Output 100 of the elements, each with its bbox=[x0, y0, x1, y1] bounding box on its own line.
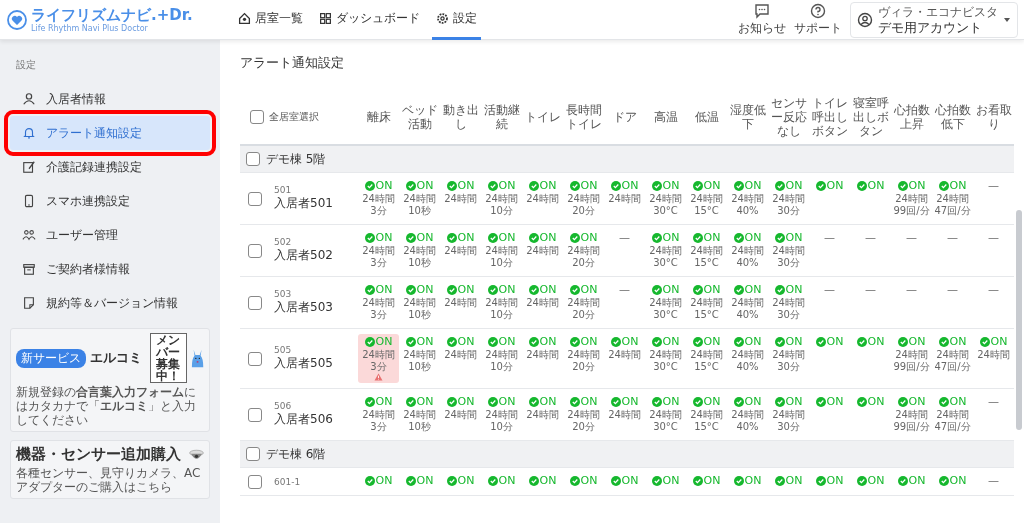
help-icon bbox=[810, 2, 826, 19]
room-number: 601-1 bbox=[274, 476, 301, 487]
check-circle-icon bbox=[528, 181, 539, 191]
status-label: ON bbox=[733, 231, 762, 245]
check-circle-icon bbox=[487, 233, 498, 243]
room-number: 502 bbox=[274, 237, 293, 247]
setting-value: 30°C bbox=[653, 205, 678, 217]
room-number: 506 bbox=[274, 401, 293, 411]
column-header: トイレ呼出しボタン bbox=[811, 96, 848, 138]
status-label: ON bbox=[733, 474, 762, 488]
sidebar-item[interactable]: 介護記録連携設定 bbox=[10, 150, 210, 184]
check-circle-icon bbox=[405, 233, 416, 243]
setting-value: 30分 bbox=[777, 205, 800, 217]
sidebar-item[interactable]: 入居者情報 bbox=[10, 82, 210, 116]
status-label: ON bbox=[528, 395, 557, 409]
check-circle-icon bbox=[610, 397, 621, 407]
sidebar-item[interactable]: 規約等＆バージョン情報 bbox=[10, 286, 210, 320]
nav-tab[interactable]: 居室一覧 bbox=[234, 0, 307, 40]
setting-value: 24時間 bbox=[362, 193, 395, 205]
check-circle-icon bbox=[774, 337, 785, 347]
service-banner[interactable]: 新サービス エルコミ メンバー募集中！ 新規登録の合言葉入力フォームにはカタカナで「エルコミ」と入力してください bbox=[10, 328, 210, 432]
status-label: ON bbox=[569, 474, 598, 488]
column-header: 寝室呼出しボタン bbox=[852, 96, 889, 138]
check-circle-icon bbox=[815, 181, 826, 191]
setting-value: 24時間 bbox=[690, 297, 723, 309]
banner-title: エルコミ bbox=[90, 349, 142, 367]
resident-name: 入居者506 bbox=[274, 411, 333, 428]
check-circle-icon bbox=[487, 181, 498, 191]
check-circle-icon bbox=[405, 476, 416, 486]
status-label: ON bbox=[528, 179, 557, 193]
setting-value: 24時間 bbox=[936, 349, 969, 361]
check-circle-icon bbox=[364, 285, 375, 295]
shop-banner[interactable]: 機器・センサー追加購入 各種センサー、見守りカメラ、ACアダプターのご購入はこちら bbox=[10, 440, 210, 499]
status-label: ON bbox=[487, 231, 516, 245]
settings-icon bbox=[436, 11, 449, 25]
checkbox[interactable] bbox=[248, 191, 262, 206]
empty-dash: — bbox=[906, 283, 917, 297]
setting-value: 24時間 bbox=[895, 409, 928, 421]
archive-icon bbox=[22, 262, 36, 276]
check-circle-icon bbox=[733, 233, 744, 243]
header-action[interactable]: お知らせ bbox=[734, 2, 790, 37]
status-label: ON bbox=[610, 474, 639, 488]
status-label: ON bbox=[938, 179, 967, 193]
setting-value: 24時間 bbox=[731, 297, 764, 309]
status-label: ON bbox=[446, 474, 475, 488]
warning-icon bbox=[374, 373, 383, 381]
status-label: ON bbox=[487, 335, 516, 349]
check-circle-icon bbox=[528, 476, 539, 486]
check-circle-icon bbox=[487, 476, 498, 486]
setting-value: 3分 bbox=[370, 309, 387, 321]
setting-value: 30分 bbox=[777, 361, 800, 373]
checkbox[interactable] bbox=[246, 447, 260, 461]
checkbox[interactable] bbox=[248, 474, 262, 489]
scrollbar[interactable] bbox=[1016, 210, 1022, 430]
check-circle-icon bbox=[487, 337, 498, 347]
status-label: ON bbox=[651, 231, 680, 245]
status-label: ON bbox=[856, 395, 885, 409]
setting-value: 47回/分 bbox=[934, 361, 971, 373]
setting-value: 10分 bbox=[490, 361, 513, 373]
document-icon bbox=[22, 296, 36, 310]
check-circle-icon bbox=[856, 181, 867, 191]
checkbox[interactable] bbox=[248, 351, 262, 366]
sidebar-item[interactable]: ご契約者様情報 bbox=[10, 252, 210, 286]
setting-value: 24時間 bbox=[772, 245, 805, 257]
setting-value: 24時間 bbox=[403, 193, 436, 205]
checkbox[interactable] bbox=[248, 295, 262, 310]
checkbox[interactable] bbox=[248, 243, 262, 258]
nav-tab[interactable]: 設定 bbox=[432, 0, 481, 40]
new-badge: 新サービス bbox=[16, 348, 86, 368]
check-circle-icon bbox=[569, 233, 580, 243]
check-circle-icon bbox=[405, 397, 416, 407]
status-label: ON bbox=[938, 335, 967, 349]
status-label: ON bbox=[774, 283, 803, 297]
setting-value: 10秒 bbox=[408, 309, 431, 321]
status-label: ON bbox=[979, 335, 1008, 349]
sidebar-item[interactable]: ユーザー管理 bbox=[10, 218, 210, 252]
status-label: ON bbox=[487, 179, 516, 193]
status-label: ON bbox=[733, 283, 762, 297]
setting-value: 24時間 bbox=[731, 349, 764, 361]
status-label: ON bbox=[364, 335, 393, 349]
setting-value: 15°C bbox=[694, 205, 719, 217]
checkbox[interactable] bbox=[250, 110, 264, 124]
status-label: ON bbox=[446, 395, 475, 409]
column-header: 長時間トイレ bbox=[565, 103, 602, 131]
status-label: ON bbox=[446, 179, 475, 193]
check-circle-icon bbox=[364, 337, 375, 347]
page-title: アラート通知設定 bbox=[240, 54, 345, 72]
nav-tab[interactable]: ダッシュボード bbox=[315, 0, 424, 40]
check-circle-icon bbox=[651, 181, 662, 191]
check-circle-icon bbox=[651, 397, 662, 407]
header-action[interactable]: サポート bbox=[790, 2, 846, 37]
column-header: ベッド活動 bbox=[401, 103, 438, 131]
setting-value: 30分 bbox=[777, 309, 800, 321]
sidebar-item[interactable]: スマホ連携設定 bbox=[10, 184, 210, 218]
checkbox[interactable] bbox=[248, 407, 262, 422]
checkbox[interactable] bbox=[246, 152, 260, 166]
account-menu[interactable]: ヴィラ・エコナビスタ デモ用アカウント bbox=[850, 1, 1018, 38]
setting-value: 24時間 bbox=[731, 193, 764, 205]
status-label: ON bbox=[446, 335, 475, 349]
column-header: 動き出し bbox=[442, 103, 479, 131]
